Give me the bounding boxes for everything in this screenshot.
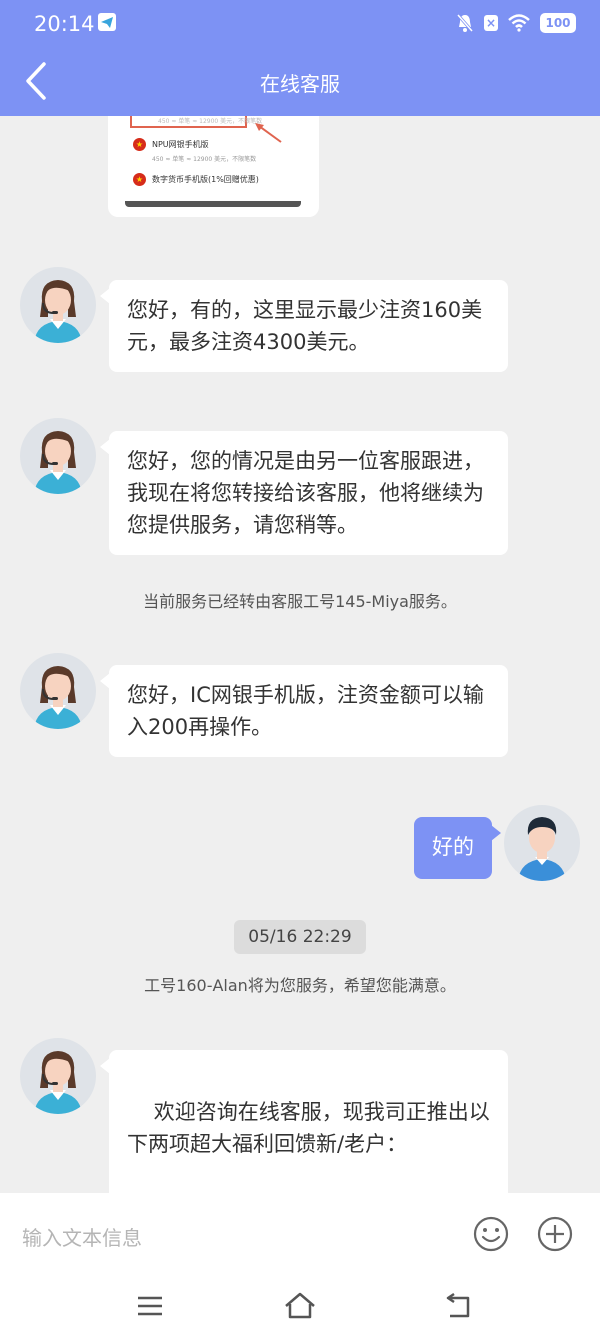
chat-message-list[interactable]: 450 ≈ 单笔 ≈ 12900 美元，不限笔数 ★ NPU网银手机版 450 ≈… <box>0 116 600 1193</box>
image-row1-sub: 450 ≈ 单笔 ≈ 12900 美元，不限笔数 <box>158 118 263 125</box>
message-text: 您好，IC网银手机版，注资金额可以输入200再操作。 <box>127 683 484 739</box>
highlight-box: 450 ≈ 单笔 ≈ 12900 美元，不限笔数 <box>130 116 262 128</box>
mute-bell-icon <box>456 14 474 32</box>
telegram-notification-icon <box>98 13 116 31</box>
agent-avatar[interactable] <box>20 1038 96 1114</box>
image-message[interactable]: 450 ≈ 单笔 ≈ 12900 美元，不限笔数 ★ NPU网银手机版 450 ≈… <box>108 116 319 217</box>
home-icon[interactable] <box>282 1289 318 1323</box>
system-notice: 当前服务已经转由客服工号145-Miya服务。 <box>143 592 457 611</box>
no-sim-icon: × <box>484 15 498 31</box>
image-row3: ★ 数字货币手机版(1%回赠优惠) <box>133 173 259 186</box>
message-timestamp: 05/16 22:29 <box>234 920 366 954</box>
user-message-bubble[interactable]: 好的 <box>414 817 501 879</box>
message-text: 欢迎咨询在线客服，现我司正推出以下两项超大福利回馈新/老户： 一、【新户高达15… <box>127 1100 490 1156</box>
female-agent-icon <box>34 1051 82 1114</box>
agent-message-bubble[interactable]: 欢迎咨询在线客服，现我司正推出以下两项超大福利回馈新/老户： 一、【新户高达15… <box>100 1050 508 1193</box>
agent-avatar[interactable] <box>20 267 96 343</box>
plus-icon[interactable] <box>536 1215 574 1253</box>
image-row3-label: 数字货币手机版(1%回赠优惠) <box>152 175 259 184</box>
china-flag-icon: ★ <box>133 138 146 151</box>
red-arrow-icon <box>255 123 282 143</box>
china-flag-icon: ★ <box>133 173 146 186</box>
image-preview: 450 ≈ 单笔 ≈ 12900 美元，不限笔数 ★ NPU网银手机版 450 ≈… <box>125 116 301 207</box>
agent-avatar[interactable] <box>20 653 96 729</box>
agent-message-bubble[interactable]: 您好，您的情况是由另一位客服跟进，我现在将您转接给该客服，他将继续为您提供服务，… <box>100 431 508 555</box>
emoji-icon[interactable] <box>472 1215 510 1253</box>
message-input[interactable] <box>20 1219 444 1257</box>
image-row2-label: NPU网银手机版 <box>152 140 209 149</box>
system-notice: 工号160-Alan将为您服务，希望您能满意。 <box>144 976 456 995</box>
agent-message-bubble[interactable]: 您好，有的，这里显示最少注资160美元，最多注资4300美元。 <box>100 280 508 372</box>
message-text: 您好，您的情况是由另一位客服跟进，我现在将您转接给该客服，他将继续为您提供服务，… <box>127 449 484 537</box>
female-agent-icon <box>34 431 82 494</box>
system-navigation-bar <box>0 1281 600 1338</box>
male-user-icon <box>518 817 566 881</box>
agent-message-bubble[interactable]: 您好，IC网银手机版，注资金额可以输入200再操作。 <box>100 665 508 757</box>
image-row2-sub: 450 ≈ 单笔 ≈ 12900 美元，不限笔数 <box>152 156 257 163</box>
wifi-icon <box>508 14 530 32</box>
status-time: 20:14 <box>34 12 95 36</box>
status-bar: 20:14 × 100 <box>0 0 600 48</box>
header-bar: 20:14 × 100 在线客服 <box>0 0 600 116</box>
image-row2: ★ NPU网银手机版 <box>133 138 209 151</box>
message-input-bar <box>0 1193 600 1281</box>
message-text: 您好，有的，这里显示最少注资160美元，最多注资4300美元。 <box>127 298 483 354</box>
menu-icon[interactable] <box>132 1289 168 1323</box>
page-title: 在线客服 <box>260 72 340 96</box>
back-icon[interactable] <box>440 1289 476 1323</box>
female-agent-icon <box>34 666 82 729</box>
agent-avatar[interactable] <box>20 418 96 494</box>
message-text: 好的 <box>432 835 474 859</box>
battery-icon: 100 <box>540 13 576 33</box>
user-avatar[interactable] <box>504 805 580 881</box>
female-agent-icon <box>34 280 82 343</box>
